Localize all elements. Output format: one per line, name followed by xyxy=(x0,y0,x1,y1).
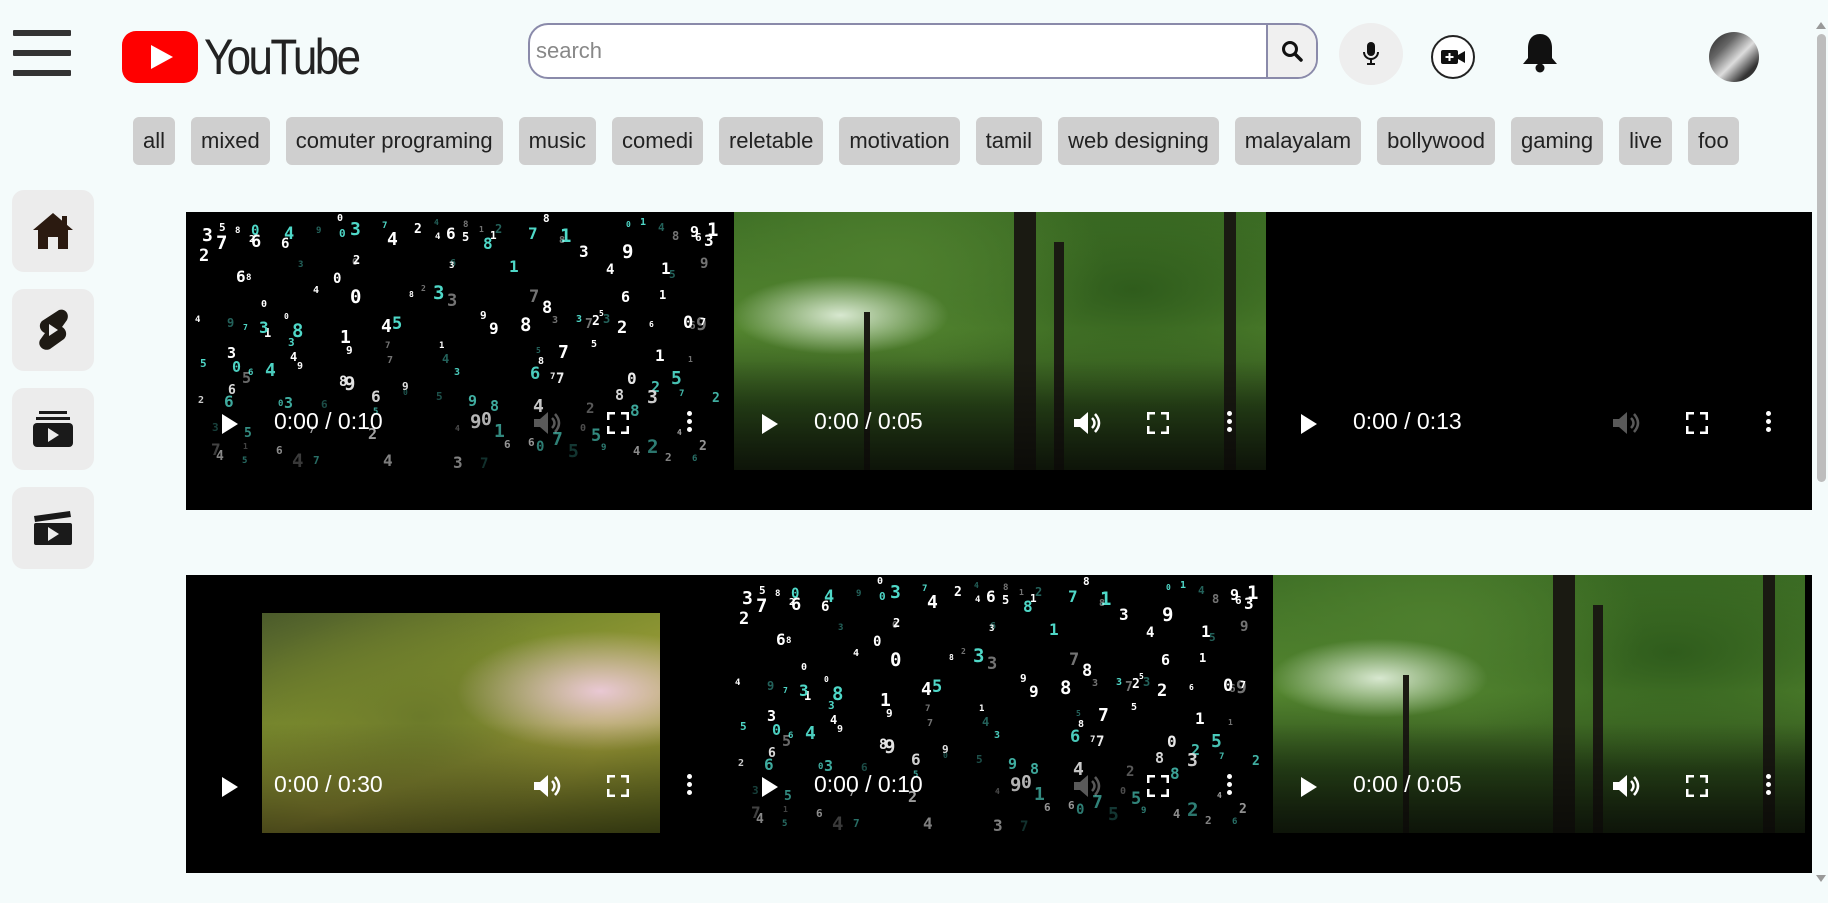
chip-tamil[interactable]: tamil xyxy=(975,117,1043,165)
bell-icon xyxy=(1523,34,1557,73)
video-time: 0:00 / 0:05 xyxy=(1353,771,1462,797)
play-icon[interactable] xyxy=(222,777,238,797)
fullscreen-icon[interactable] xyxy=(1686,775,1708,797)
play-icon[interactable] xyxy=(1301,414,1317,434)
notifications-button[interactable] xyxy=(1516,28,1564,76)
youtube-play-logo-icon xyxy=(122,31,198,83)
page-scrollbar[interactable] xyxy=(1814,22,1828,882)
fullscreen-icon[interactable] xyxy=(607,412,629,434)
fullscreen-icon[interactable] xyxy=(607,775,629,797)
video-player[interactable]: 8333406368220061701420948456862158343417… xyxy=(194,212,726,470)
video-camera-plus-icon xyxy=(1441,50,1465,64)
chip-mixed[interactable]: mixed xyxy=(191,117,270,165)
play-icon[interactable] xyxy=(762,414,778,434)
scrollbar-thumb[interactable] xyxy=(1817,34,1826,482)
create-video-button[interactable] xyxy=(1431,35,1475,79)
more-options-icon[interactable] xyxy=(684,771,694,801)
video-time: 0:00 / 0:30 xyxy=(274,771,383,797)
search-box xyxy=(528,23,1318,79)
video-time: 0:00 / 0:10 xyxy=(274,408,383,434)
microphone-icon xyxy=(1363,42,1379,65)
chip-motivation[interactable]: motivation xyxy=(839,117,960,165)
chip-live[interactable]: live xyxy=(1619,117,1673,165)
subscriptions-icon xyxy=(33,411,73,447)
volume-icon[interactable] xyxy=(532,410,564,436)
chip-computer-programming[interactable]: comuter programing xyxy=(285,117,503,165)
avatar[interactable] xyxy=(1709,32,1759,82)
video-player[interactable]: 0:00 / 0:30 xyxy=(194,575,726,833)
sidebar-item-shorts[interactable] xyxy=(12,289,94,371)
video-time: 0:00 / 0:05 xyxy=(814,408,923,434)
category-chips: all mixed comuter programing music comed… xyxy=(133,117,1739,165)
library-icon xyxy=(34,511,72,545)
more-options-icon[interactable] xyxy=(1224,771,1234,801)
video-player[interactable]: 8333406368220061701420948456862158343417… xyxy=(734,575,1266,833)
more-options-icon[interactable] xyxy=(1763,771,1773,801)
fullscreen-icon[interactable] xyxy=(1147,775,1169,797)
youtube-logo[interactable]: YouTube xyxy=(122,27,379,87)
chip-music[interactable]: music xyxy=(518,117,597,165)
volume-icon[interactable] xyxy=(1072,773,1104,799)
chip-bollywood[interactable]: bollywood xyxy=(1377,117,1495,165)
fullscreen-icon[interactable] xyxy=(1147,412,1169,434)
home-icon xyxy=(33,213,73,249)
scroll-down-arrow-icon[interactable] xyxy=(1816,875,1826,882)
chip-gaming[interactable]: gaming xyxy=(1510,117,1604,165)
chip-relatable[interactable]: reletable xyxy=(718,117,824,165)
play-icon[interactable] xyxy=(222,414,238,434)
video-time: 0:00 / 0:10 xyxy=(814,771,923,797)
sidebar-item-subscriptions[interactable] xyxy=(12,388,94,470)
shorts-icon xyxy=(39,309,68,350)
more-options-icon[interactable] xyxy=(684,408,694,438)
volume-icon[interactable] xyxy=(1072,410,1104,436)
chip-web-designing[interactable]: web designing xyxy=(1058,117,1219,165)
search-icon xyxy=(1282,41,1303,62)
volume-icon[interactable] xyxy=(1611,410,1643,436)
scroll-up-arrow-icon[interactable] xyxy=(1816,22,1826,29)
search-input[interactable] xyxy=(530,25,1270,77)
sidebar-item-home[interactable] xyxy=(12,190,94,272)
video-time: 0:00 / 0:13 xyxy=(1353,408,1462,434)
sidebar-item-library[interactable] xyxy=(12,487,94,569)
volume-icon[interactable] xyxy=(532,773,564,799)
voice-search-button[interactable] xyxy=(1339,23,1403,85)
chip-malayalam[interactable]: malayalam xyxy=(1234,117,1362,165)
video-player[interactable]: 0:00 / 0:05 xyxy=(734,212,1266,470)
chip-all[interactable]: all xyxy=(133,117,176,165)
more-options-icon[interactable] xyxy=(1224,408,1234,438)
play-icon[interactable] xyxy=(762,777,778,797)
search-button[interactable] xyxy=(1266,25,1316,77)
volume-icon[interactable] xyxy=(1611,773,1643,799)
play-icon[interactable] xyxy=(1301,777,1317,797)
more-options-icon[interactable] xyxy=(1763,408,1773,438)
video-player[interactable]: 0:00 / 0:05 xyxy=(1273,575,1805,833)
fullscreen-icon[interactable] xyxy=(1686,412,1708,434)
logo-text: YouTube xyxy=(204,29,361,85)
chip-food[interactable]: foo xyxy=(1688,117,1739,165)
video-player[interactable]: 0:00 / 0:13 xyxy=(1273,212,1805,470)
menu-icon[interactable] xyxy=(13,30,71,76)
chip-comedy[interactable]: comedi xyxy=(612,117,703,165)
